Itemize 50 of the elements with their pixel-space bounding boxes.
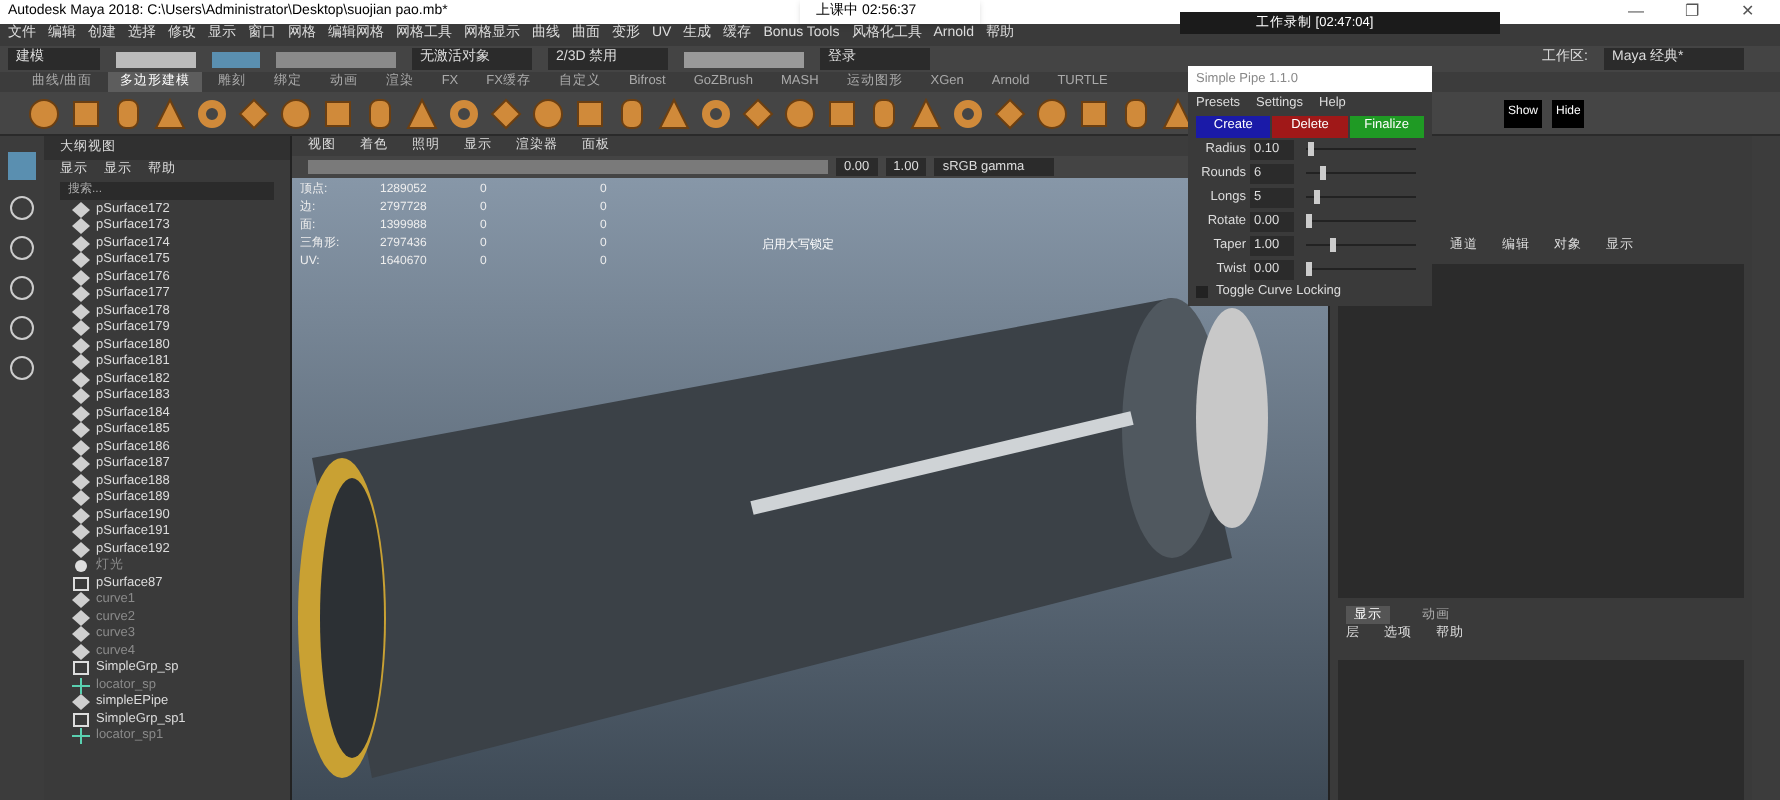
cube-icon[interactable] [70, 97, 102, 129]
cylinder-icon[interactable] [112, 97, 144, 129]
torus-icon[interactable] [448, 97, 480, 129]
sphere-icon[interactable] [28, 97, 60, 129]
scale-tool-icon[interactable] [10, 356, 34, 380]
cube-icon[interactable] [322, 97, 354, 129]
sphere-icon[interactable] [1036, 97, 1068, 129]
cube-icon[interactable] [826, 97, 858, 129]
sphere-icon[interactable] [280, 97, 312, 129]
cone-icon[interactable] [406, 97, 438, 129]
window-control[interactable]: ❐ [1668, 0, 1716, 24]
slider-thumb[interactable] [1306, 262, 1312, 277]
locator-icon [72, 728, 90, 745]
torus-icon[interactable] [952, 97, 984, 129]
cone-icon[interactable] [910, 97, 942, 129]
slider-thumb[interactable] [1306, 214, 1312, 229]
diamond-icon[interactable] [994, 97, 1026, 129]
group-icon [72, 660, 90, 677]
window-control[interactable]: ✕ [1724, 0, 1772, 24]
window-control[interactable]: — [1612, 0, 1660, 24]
lasso-tool-icon[interactable] [10, 196, 34, 220]
sphere-icon[interactable] [532, 97, 564, 129]
cube-icon[interactable] [1078, 97, 1110, 129]
cone-icon[interactable] [658, 97, 690, 129]
checkbox[interactable] [1196, 285, 1208, 298]
move-tool-icon[interactable] [10, 276, 34, 300]
cube-icon[interactable] [574, 97, 606, 129]
diamond-icon[interactable] [490, 97, 522, 129]
rotate-tool-icon[interactable] [10, 316, 34, 340]
diamond-icon[interactable] [742, 97, 774, 129]
cylinder-icon[interactable] [364, 97, 396, 129]
slider-thumb[interactable] [1308, 142, 1315, 157]
cylinder-icon[interactable] [1120, 97, 1152, 129]
light-icon [72, 558, 90, 575]
slider-thumb[interactable] [1314, 190, 1321, 205]
slider-thumb[interactable] [1330, 238, 1337, 253]
group-icon [72, 575, 90, 592]
cone-icon[interactable] [1162, 97, 1194, 129]
mesh-icon [72, 694, 90, 711]
sphere-icon[interactable] [784, 97, 816, 129]
torus-icon[interactable] [700, 97, 732, 129]
group-icon [72, 711, 90, 728]
torus-icon[interactable] [196, 97, 228, 129]
slider-thumb[interactable] [1319, 166, 1326, 181]
locator-icon [72, 677, 90, 694]
cylinder-icon[interactable] [616, 97, 648, 129]
cylinder-icon[interactable] [868, 97, 900, 129]
cone-icon[interactable] [154, 97, 186, 129]
diamond-icon[interactable] [238, 97, 270, 129]
paint-tool-icon[interactable] [10, 236, 34, 260]
